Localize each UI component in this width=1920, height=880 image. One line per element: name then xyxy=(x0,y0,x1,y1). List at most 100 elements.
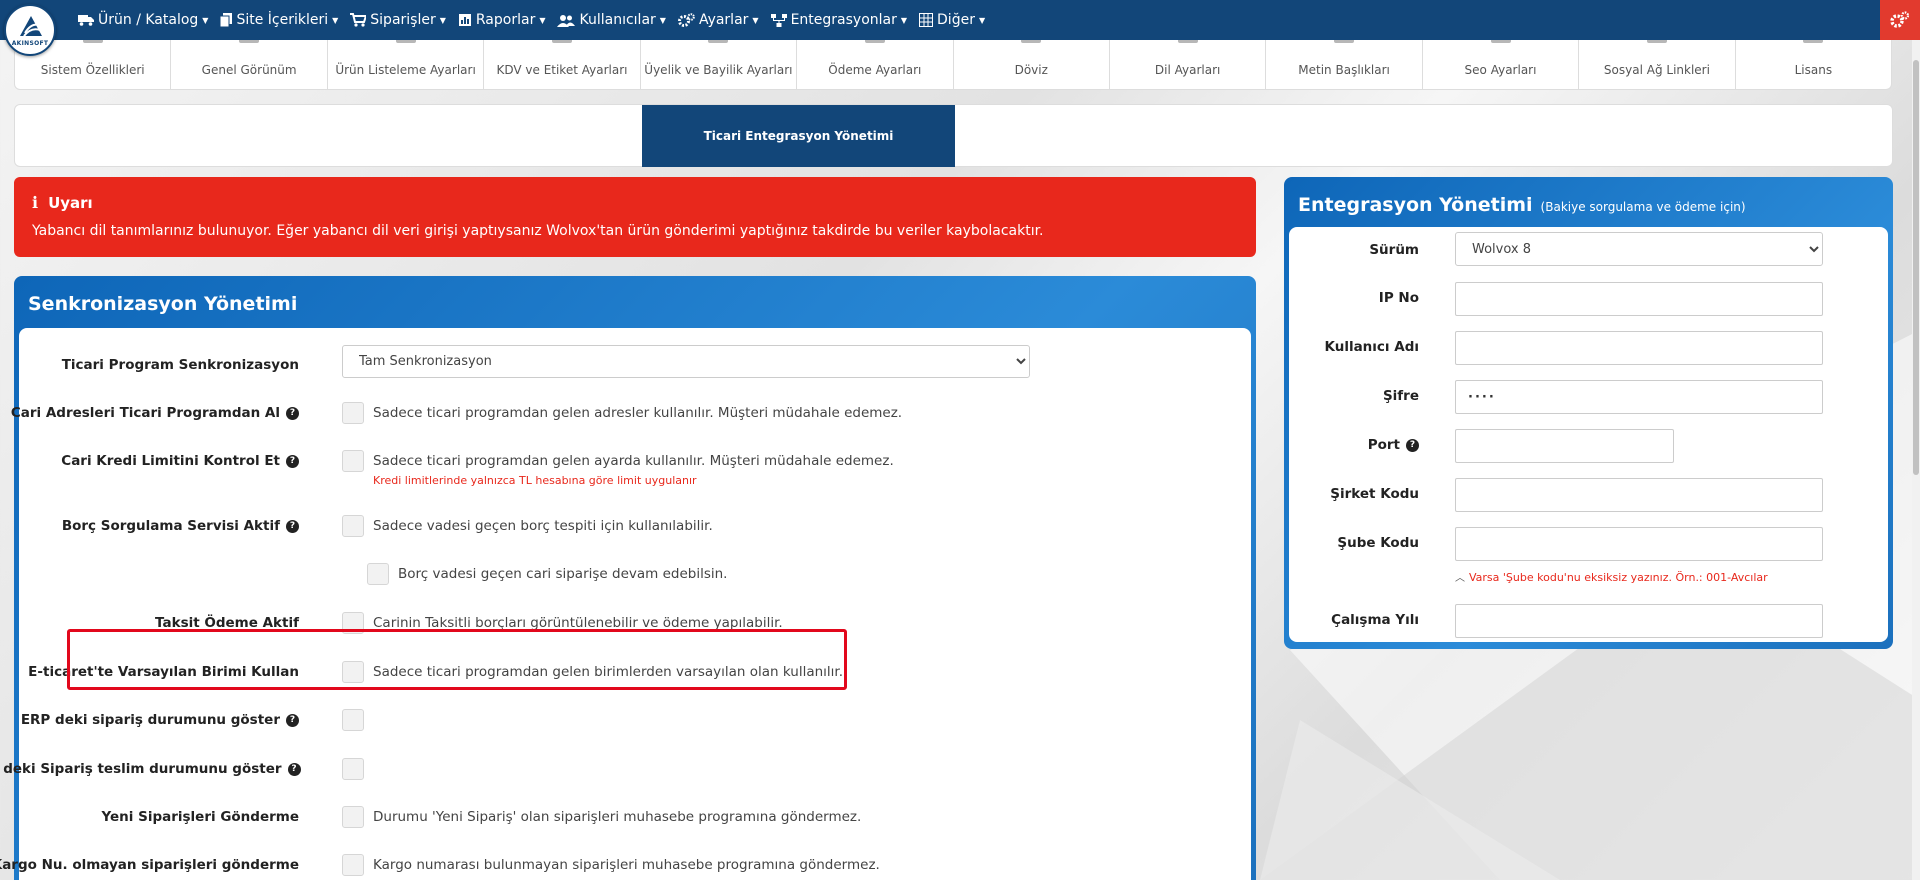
question-icon[interactable]: ? xyxy=(286,713,299,727)
top-navbar: Ürün / Katalog ▼ Site İçerikleri ▼ Sipariş… xyxy=(0,0,1920,40)
sync-option-description: Sadece ticari programdan gelen adresler … xyxy=(373,405,903,421)
settings-tab[interactable]: Sosyal Ağ Linkleri xyxy=(1579,39,1736,89)
scrollbar-thumb[interactable] xyxy=(1913,60,1919,475)
settings-tab-label: KDV ve Etiket Ayarları xyxy=(496,63,628,77)
question-icon[interactable]: ? xyxy=(286,454,299,468)
sync-option-label: ERP deki Sipariş teslim durumunu göster? xyxy=(0,761,301,777)
sync-option-label: Cari Adresleri Ticari Programdan Al? xyxy=(0,405,299,421)
ip-input[interactable] xyxy=(1455,282,1823,316)
nav-item-users[interactable]: Kullanıcılar ▼ xyxy=(557,12,666,28)
tab-icon xyxy=(1803,39,1824,43)
sync-option-description: Kargo numarası bulunmayan siparişleri mu… xyxy=(373,857,880,873)
caret-down-icon: ▼ xyxy=(978,15,986,25)
panel-title: Entegrasyon Yönetimi (Bakiye sorgulama ve… xyxy=(1298,194,1746,216)
sync-option-checkbox[interactable] xyxy=(342,854,364,876)
settings-tab[interactable]: Ürün Listeleme Ayarları xyxy=(328,39,485,89)
logo-mark xyxy=(20,16,42,37)
settings-gear-button[interactable] xyxy=(1880,0,1920,40)
settings-tab[interactable]: Üyelik ve Bayilik Ayarları xyxy=(641,39,798,89)
tab-icon xyxy=(1177,39,1198,43)
nav-label: Kullanıcılar xyxy=(579,12,656,28)
sync-option-checkbox[interactable] xyxy=(342,612,364,634)
truck-icon xyxy=(78,15,94,26)
sync-option-checkbox[interactable] xyxy=(342,450,364,472)
settings-tab[interactable]: Lisans xyxy=(1736,39,1891,89)
users-icon xyxy=(557,14,576,27)
question-icon[interactable]: ? xyxy=(1406,438,1419,452)
branch-code-hint: ︿ Varsa 'Şube kodu'nu eksiksiz yazınız. Ö… xyxy=(1455,569,1768,584)
question-icon[interactable]: ? xyxy=(287,762,301,776)
sync-option-label-text: Taksit Ödeme Aktif xyxy=(155,615,299,631)
sync-option-checkbox[interactable] xyxy=(342,402,364,424)
cogs-icon xyxy=(677,13,695,27)
settings-tab[interactable]: Ödeme Ayarları xyxy=(797,39,954,89)
sync-option-checkbox[interactable] xyxy=(342,515,364,537)
nav-item-integrations[interactable]: Entegrasyonlar ▼ xyxy=(770,12,907,28)
port-label-text: Port xyxy=(1367,437,1400,453)
company-code-input[interactable] xyxy=(1455,478,1823,512)
password-input[interactable] xyxy=(1455,380,1823,414)
settings-tab-label: Üyelik ve Bayilik Ayarları xyxy=(644,63,793,77)
program-sync-select[interactable]: Tam Senkronizasyon xyxy=(342,345,1030,378)
nav-item-site-content[interactable]: Site İçerikleri ▼ xyxy=(220,12,338,28)
settings-tab-label: Genel Görünüm xyxy=(201,63,297,77)
settings-tab-label: Metin Başlıkları xyxy=(1298,63,1390,77)
sync-option-label-text: Yeni Siparişleri Gönderme xyxy=(101,809,299,825)
caret-down-icon: ▼ xyxy=(439,15,446,25)
year-label: Çalışma Yılı xyxy=(1331,612,1419,628)
sync-option-note: Kredi limitlerinde yalnızca TL hesabına … xyxy=(373,474,697,487)
nav-item-catalog[interactable]: Ürün / Katalog ▼ xyxy=(78,12,208,28)
nav-item-reports[interactable]: Raporlar ▼ xyxy=(458,12,545,28)
sync-option-description: Sadece ticari programdan gelen ayarda ku… xyxy=(373,453,894,469)
sync-option-checkbox[interactable] xyxy=(342,806,364,828)
version-select[interactable]: Wolvox 8 xyxy=(1455,232,1823,266)
settings-tab-label: Ödeme Ayarları xyxy=(828,63,922,77)
question-icon[interactable]: ? xyxy=(286,519,299,533)
sync-option-label-text: ERP deki sipariş durumunu göster xyxy=(20,712,280,728)
sync-option-label: Borç Sorgulama Servisi Aktif? xyxy=(0,518,299,534)
branch-code-input[interactable] xyxy=(1455,527,1823,561)
sync-option-row: Taksit Ödeme Aktif Carinin Taksitli borçl… xyxy=(19,608,1251,638)
nav-item-settings[interactable]: Ayarlar ▼ xyxy=(677,12,759,28)
grid-icon xyxy=(919,13,934,27)
company-logo[interactable]: AKINSOFT xyxy=(4,4,56,56)
tab-commercial-integration[interactable]: Ticari Entegrasyon Yönetimi xyxy=(642,105,955,167)
sync-option-row: Borç Sorgulama Servisi Aktif? Sadece vade… xyxy=(19,511,1251,541)
nav-item-other[interactable]: Diğer ▼ xyxy=(919,12,985,28)
sync-option-description: Carinin Taksitli borçları görüntülenebil… xyxy=(373,615,783,631)
tab-icon xyxy=(551,39,572,43)
settings-tab[interactable]: Genel Görünüm xyxy=(171,39,328,89)
sync-option-checkbox[interactable] xyxy=(342,758,364,780)
tab-icon xyxy=(864,39,885,43)
integration-management-panel: Entegrasyon Yönetimi (Bakiye sorgulama ve… xyxy=(1284,177,1893,649)
settings-tab-strip: Sistem Özellikleri Genel Görünüm Ürün List… xyxy=(14,38,1892,90)
nav-label: Siparişler xyxy=(370,12,436,28)
year-input[interactable] xyxy=(1455,604,1823,638)
settings-tab-label: Döviz xyxy=(1014,63,1048,77)
settings-tab[interactable]: Dil Ayarları xyxy=(1110,39,1267,89)
tab-icon xyxy=(1021,39,1042,43)
sync-option-label: Cari Kredi Limitini Kontrol Et? xyxy=(0,453,299,469)
settings-tab[interactable]: KDV ve Etiket Ayarları xyxy=(484,39,641,89)
company-code-label: Şirket Kodu xyxy=(1330,486,1419,502)
settings-tab-label: Ürün Listeleme Ayarları xyxy=(335,63,476,77)
sync-option-row: E-ticaret'te Varsayılan Birimi Kullan Sad… xyxy=(19,657,1251,687)
nav-item-orders[interactable]: Siparişler ▼ xyxy=(350,12,446,28)
username-input[interactable] xyxy=(1455,331,1823,365)
sync-option-row: Cari Adresleri Ticari Programdan Al? Sade… xyxy=(11,398,1251,428)
question-icon[interactable]: ? xyxy=(286,406,299,420)
sync-option-checkbox[interactable] xyxy=(342,661,364,683)
tab-icon xyxy=(82,39,103,43)
cart-icon xyxy=(350,13,367,27)
caret-down-icon: ▼ xyxy=(202,15,209,25)
sync-option-checkbox[interactable] xyxy=(367,563,389,585)
page-scrollbar[interactable] xyxy=(1912,40,1920,880)
sync-option-checkbox[interactable] xyxy=(342,709,364,731)
settings-tab[interactable]: Seo Ayarları xyxy=(1423,39,1580,89)
sync-option-description: Borç vadesi geçen cari siparişe devam ed… xyxy=(398,566,728,582)
tab-icon xyxy=(395,39,416,43)
port-input[interactable] xyxy=(1455,429,1674,463)
sync-option-label: Yeni Siparişleri Gönderme xyxy=(0,809,299,825)
settings-tab[interactable]: Döviz xyxy=(954,39,1110,89)
settings-tab[interactable]: Metin Başlıkları xyxy=(1266,39,1423,89)
